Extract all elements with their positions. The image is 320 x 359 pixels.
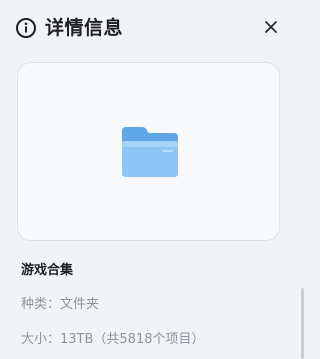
close-icon [264,19,278,38]
panel-title: 详情信息 [45,17,124,39]
close-button[interactable] [258,15,284,41]
info-circle-icon [15,17,37,39]
file-size-label: 大小：13TB（共5818个项目） [21,332,205,347]
details-panel-header: 详情信息 [0,0,304,56]
file-name: 游戏合集 [21,263,74,278]
scrollbar-thumb[interactable] [301,288,304,359]
file-preview-card [17,62,280,241]
file-type-label: 种类：文件夹 [21,297,100,312]
folder-icon [121,125,179,179]
